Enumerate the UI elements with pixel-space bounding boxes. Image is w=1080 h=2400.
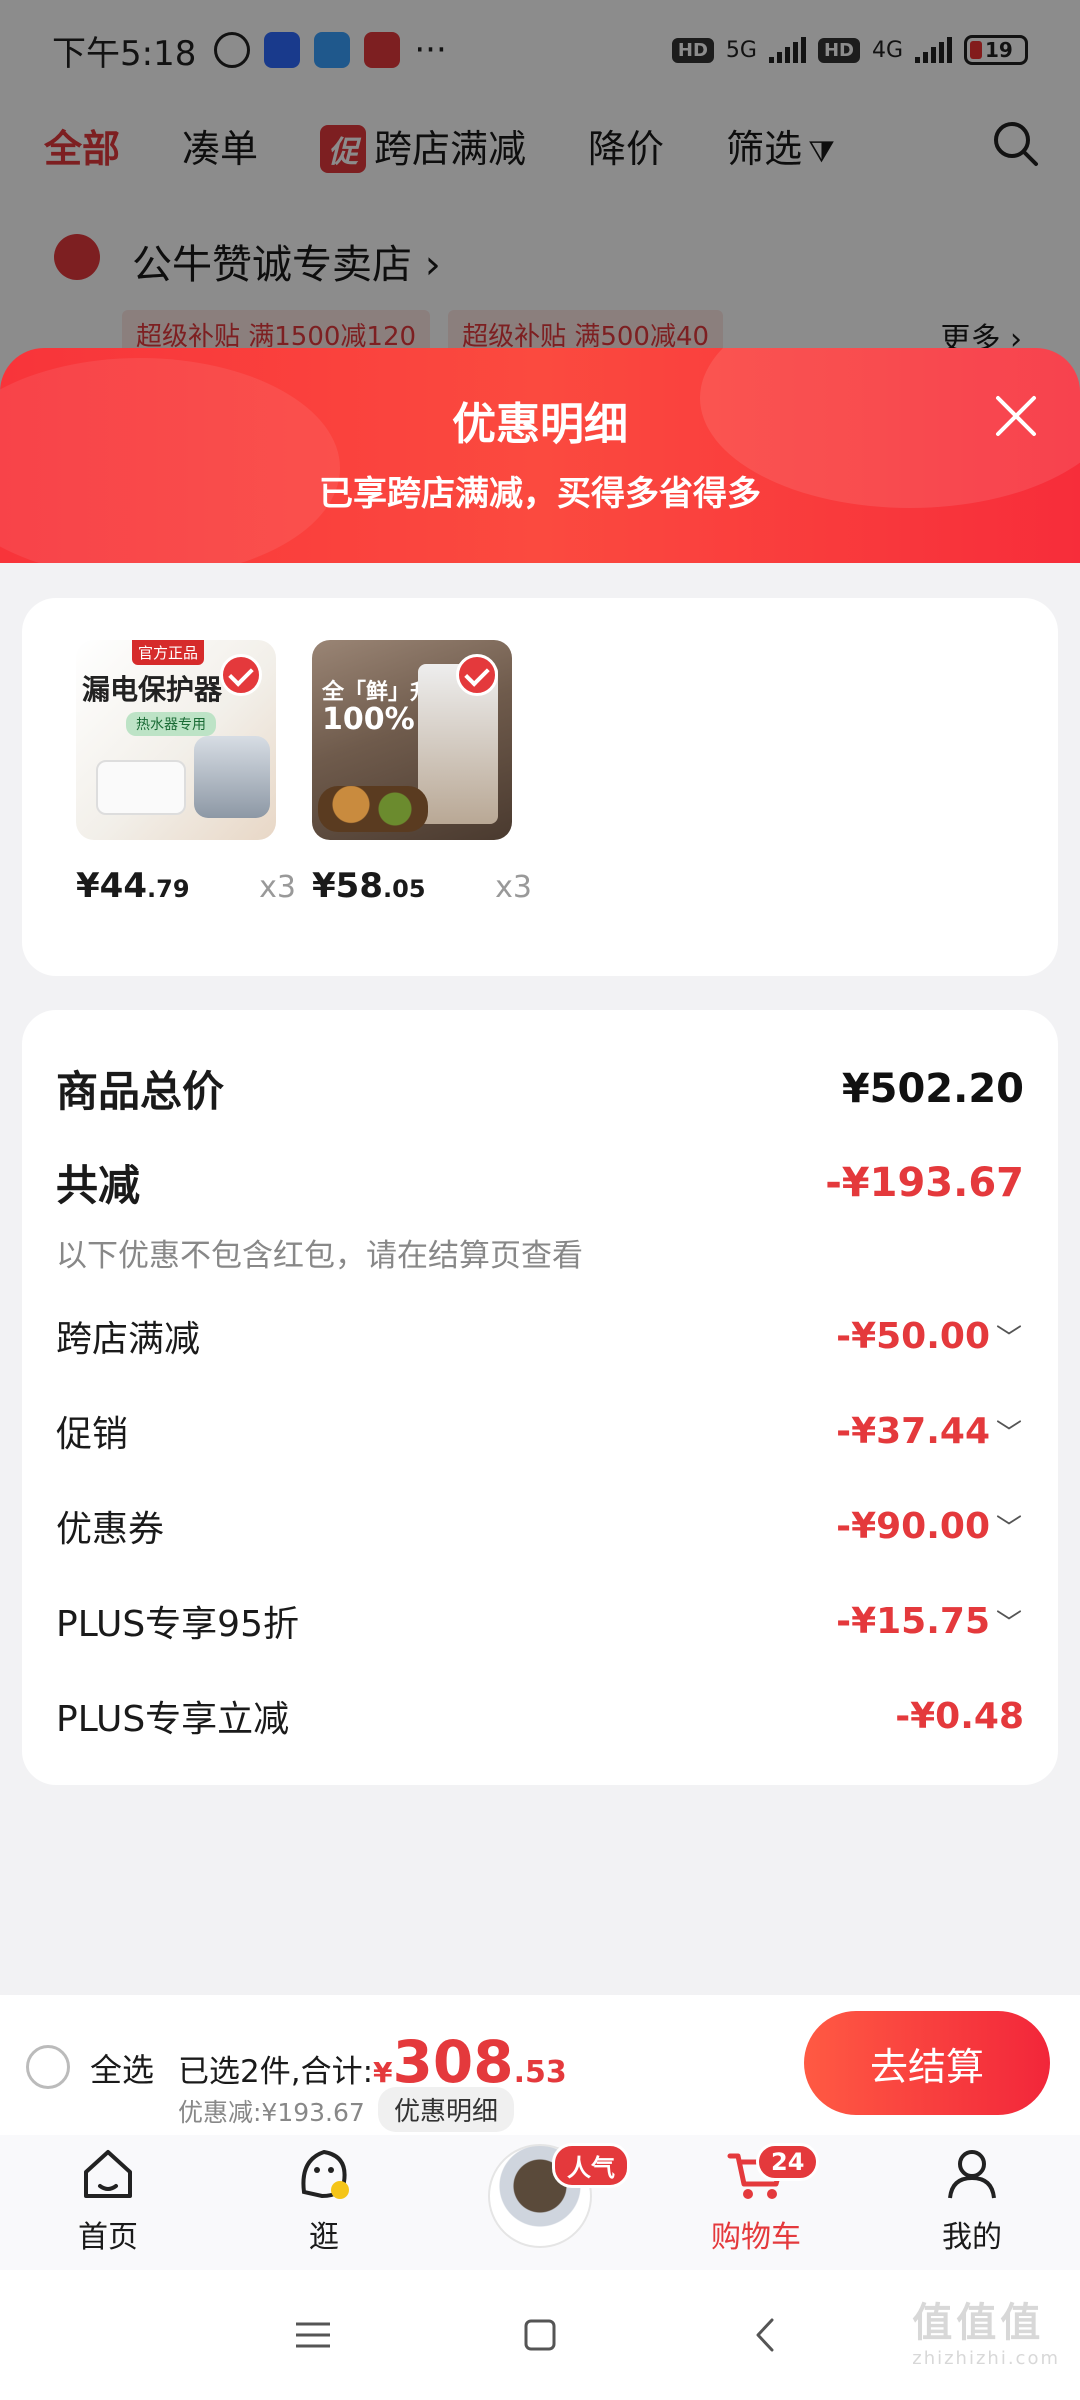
chevron-down-icon: ﹀ [995,1513,1022,1544]
tab-featured[interactable]: 人气 [432,2135,648,2270]
total-price-label: 商品总价 [56,1067,225,1116]
product-image-subtitle: 100% [322,702,415,737]
discount-value: -¥90.00 [836,1505,990,1547]
product-thumbnail: 官方正品 漏电保护器 热水器专用 [76,640,276,840]
back-icon[interactable] [744,2312,790,2358]
check-icon [220,654,262,696]
overlay-dim[interactable] [0,0,1080,400]
discount-value: -¥15.75 [836,1600,990,1642]
selected-products-card: 官方正品 漏电保护器 热水器专用 ¥44.79 x3 全「鲜」升级 100% ¥… [22,598,1058,976]
home-square-icon[interactable] [517,2312,563,2358]
discount-row-cross-store[interactable]: 跨店满减 -¥50.00 ﹀ [56,1310,1024,1362]
product-price-row: ¥44.79 x3 [76,866,296,906]
product-quantity: x3 [259,870,296,905]
chevron-down-icon: ﹀ [995,1323,1022,1354]
discount-detail-button[interactable]: 优惠明细 [378,2087,515,2132]
product-item[interactable]: 全「鲜」升级 100% [312,640,512,840]
price-int: 44 [99,866,147,906]
discount-row-plus-instant: PLUS专享立减 -¥0.48 [56,1690,1024,1742]
price-dec: .05 [383,875,426,903]
tab-cart-label: 购物车 [711,2220,801,2255]
total-int: 308 [392,2028,514,2096]
selected-count-label: 已选2件,合计: [178,2054,374,2090]
watermark-logo: 值值值 [912,2300,1045,2346]
official-badge: 官方正品 [132,640,205,665]
tab-home-label: 首页 [78,2220,138,2255]
home-icon [84,2150,132,2198]
total-price-row: 商品总价 ¥502.20 [56,1058,1024,1119]
selected-total: 已选2件,合计: ¥308.53 [178,2033,567,2091]
product-image-title: 漏电保护器 [82,673,223,706]
tab-browse[interactable]: 逛 [216,2135,432,2270]
product-thumbnail: 全「鲜」升级 100% [312,640,512,840]
discount-note: 以下优惠不包含红包，请在结算页查看 [56,1238,583,1274]
select-all-label[interactable]: 全选 [90,2045,154,2091]
product-quantity: x3 [495,870,532,905]
discount-value: -¥50.00 [836,1315,990,1357]
price-summary-card: 商品总价 ¥502.20 共减 -¥193.67 以下优惠不包含红包，请在结算页… [22,1010,1058,1785]
profile-icon [948,2150,996,2199]
featured-badge: 人气 [552,2143,630,2188]
price-dec: .79 [147,875,190,903]
bottom-tab-bar: 首页 逛 人气 24 购物车 我的 [0,2135,1080,2270]
cart-count-badge: 24 [756,2143,820,2181]
product-image-subtitle: 热水器专用 [126,712,216,736]
discount-sheet-header: 优惠明细 已享跨店满减，买得多省得多 [0,348,1080,563]
sheet-title: 优惠明细 [452,399,628,450]
checkout-bar: 全选 已选2件,合计: ¥308.53 优惠减:¥193.67 优惠明细 去结算 [0,1995,1080,2135]
discount-label: 跨店满减 [56,1319,201,1360]
discount-row-promotion[interactable]: 促销 -¥37.44 ﹀ [56,1405,1024,1457]
tab-cart[interactable]: 24 购物车 [648,2135,864,2270]
watermark: 值值值 zhizhizhi.com [912,2290,1060,2369]
browse-mascot-icon [301,2149,349,2199]
tab-browse-label: 逛 [309,2220,339,2255]
checkout-button[interactable]: 去结算 [804,2011,1050,2115]
saved-value: -¥193.67 [825,1159,1024,1206]
discount-value: -¥37.44 [836,1410,990,1452]
saved-label: 共减 [56,1161,141,1210]
discount-label: PLUS专享95折 [56,1604,299,1645]
chevron-down-icon: ﹀ [995,1418,1022,1449]
saved-amount: 优惠减:¥193.67 [178,2098,365,2127]
watermark-url: zhizhizhi.com [912,2348,1060,2369]
price-int: 58 [335,866,383,906]
sheet-subtitle: 已享跨店满减，买得多省得多 [319,474,761,514]
select-all-checkbox[interactable] [26,2045,70,2089]
close-icon[interactable] [990,390,1042,442]
discount-label: 促销 [56,1414,129,1455]
discount-value: -¥0.48 [895,1695,1024,1737]
currency-symbol: ¥ [76,866,100,906]
discount-label: 优惠券 [56,1509,165,1550]
product-price-row: ¥58.05 x3 [312,866,532,906]
tab-mine[interactable]: 我的 [864,2135,1080,2270]
currency-symbol: ¥ [312,866,336,906]
discount-row-coupon[interactable]: 优惠券 -¥90.00 ﹀ [56,1500,1024,1552]
total-currency: ¥ [373,2056,393,2089]
tab-mine-label: 我的 [942,2220,1002,2255]
discount-row-plus-95[interactable]: PLUS专享95折 -¥15.75 ﹀ [56,1595,1024,1647]
saved-row: 共减 -¥193.67 [56,1152,1024,1213]
total-price-value: ¥502.20 [841,1065,1024,1112]
discount-label: PLUS专享立减 [56,1699,290,1740]
product-item[interactable]: 官方正品 漏电保护器 热水器专用 [76,640,276,840]
chevron-down-icon: ﹀ [995,1608,1022,1639]
tab-home[interactable]: 首页 [0,2135,216,2270]
check-icon [456,654,498,696]
total-dec: .53 [513,2055,567,2090]
menu-icon[interactable] [290,2312,336,2358]
